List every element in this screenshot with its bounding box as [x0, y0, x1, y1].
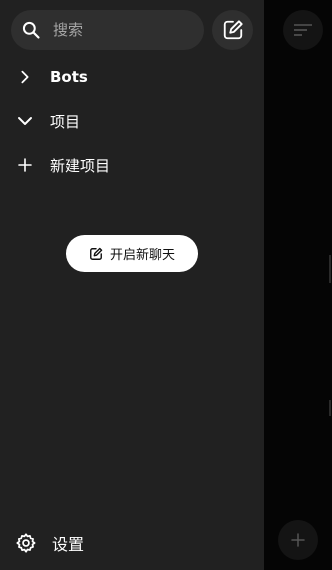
menu-item-bots[interactable]: Bots — [0, 57, 264, 97]
start-new-chat-label: 开启新聊天 — [109, 248, 175, 263]
filter-lines-icon — [293, 23, 313, 37]
new-chat-button[interactable] — [212, 10, 253, 50]
menu-item-label: Bots — [50, 68, 88, 86]
filter-button[interactable] — [283, 10, 323, 50]
menu-item-label: 新建项目 — [50, 156, 111, 175]
menu-item-label: 项目 — [50, 112, 81, 131]
gear-icon — [15, 532, 37, 554]
edge-divider — [329, 255, 331, 283]
menu-item-new-project[interactable]: 新建项目 — [0, 145, 264, 185]
menu-item-projects[interactable]: 项目 — [0, 101, 264, 141]
search-bar[interactable] — [11, 10, 204, 50]
side-drawer: Bots 项目 新建项目 开启新聊天 设置 — [0, 0, 264, 570]
search-icon — [20, 19, 42, 41]
chevron-right-icon — [15, 67, 35, 87]
search-input[interactable] — [53, 21, 193, 39]
dimmed-main-area[interactable] — [264, 0, 332, 570]
compose-icon — [222, 19, 244, 41]
compose-icon — [89, 247, 103, 261]
settings-item[interactable]: 设置 — [0, 523, 264, 563]
plus-icon — [15, 155, 35, 175]
plus-icon — [289, 531, 307, 549]
settings-label: 设置 — [52, 535, 85, 554]
edge-divider — [329, 400, 331, 416]
chevron-down-icon — [15, 111, 35, 131]
add-button[interactable] — [278, 520, 318, 560]
start-new-chat-button[interactable]: 开启新聊天 — [66, 235, 198, 272]
